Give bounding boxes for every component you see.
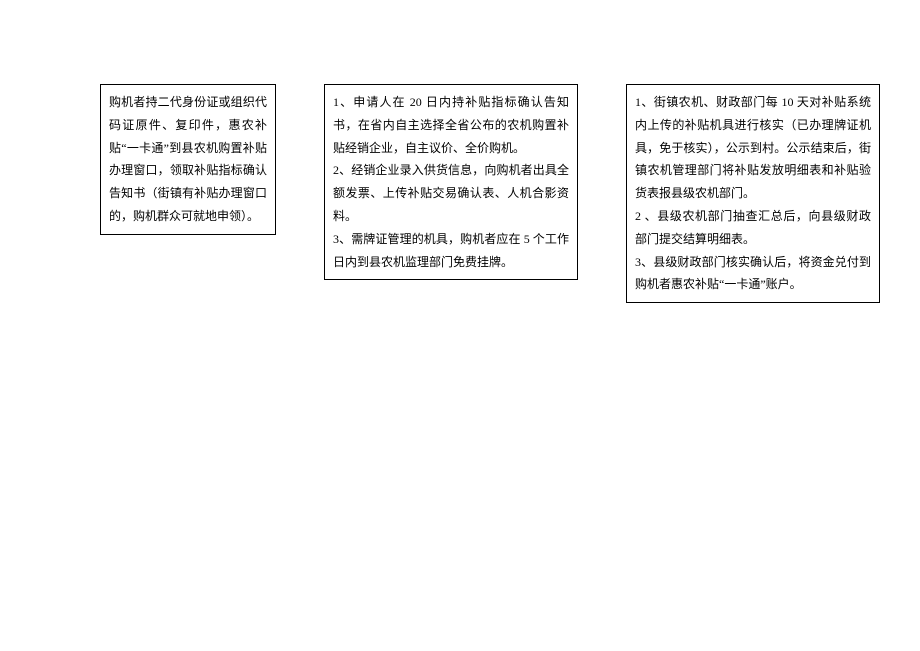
box1-text: 购机者持二代身份证或组织代码证原件、复印件，惠农补贴“一卡通”到县农机购置补贴办…: [109, 91, 267, 228]
process-box-3: 1、街镇农机、财政部门每 10 天对补贴系统内上传的补贴机具进行核实（已办理牌证…: [626, 84, 880, 303]
process-box-2: 1、申请人在 20 日内持补贴指标确认告知书，在省内自主选择全省公布的农机购置补…: [324, 84, 578, 280]
box3-line2: 2 、县级农机部门抽查汇总后，向县级财政部门提交结算明细表。: [635, 205, 871, 251]
box3-line1: 1、街镇农机、财政部门每 10 天对补贴系统内上传的补贴机具进行核实（已办理牌证…: [635, 91, 871, 205]
box2-line2: 2、经销企业录入供货信息，向购机者出具全额发票、上传补贴交易确认表、人机合影资料…: [333, 159, 569, 227]
box2-line1: 1、申请人在 20 日内持补贴指标确认告知书，在省内自主选择全省公布的农机购置补…: [333, 91, 569, 159]
document-container: 购机者持二代身份证或组织代码证原件、复印件，惠农补贴“一卡通”到县农机购置补贴办…: [0, 0, 920, 303]
process-box-1: 购机者持二代身份证或组织代码证原件、复印件，惠农补贴“一卡通”到县农机购置补贴办…: [100, 84, 276, 235]
box2-line3: 3、需牌证管理的机具，购机者应在 5 个工作日内到县农机监理部门免费挂牌。: [333, 228, 569, 274]
box3-line3: 3、县级财政部门核实确认后，将资金兑付到购机者惠农补贴“一卡通”账户。: [635, 251, 871, 297]
